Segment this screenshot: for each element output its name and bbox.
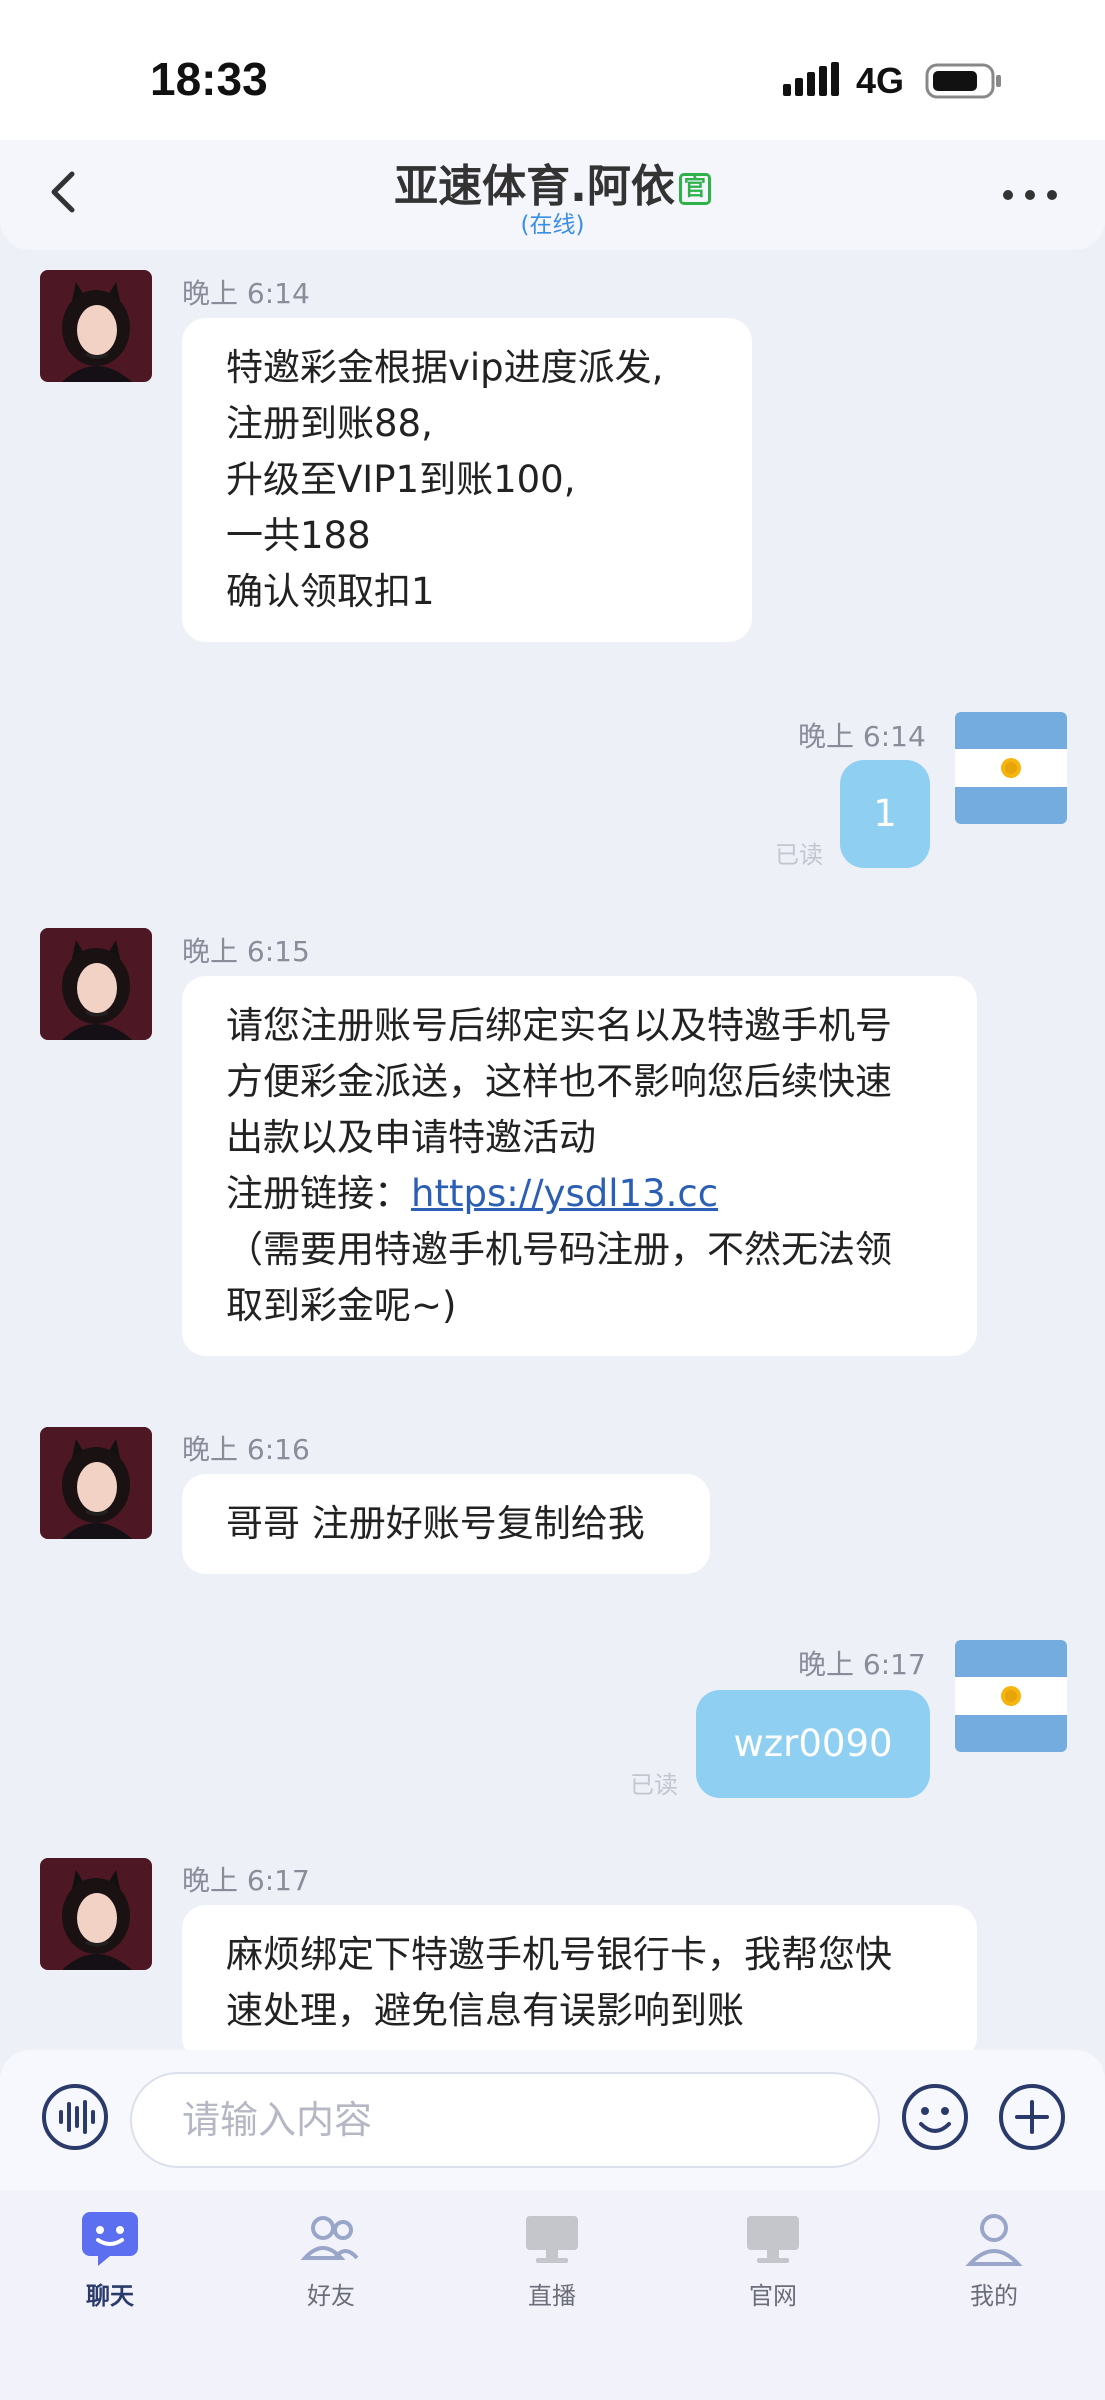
tab-label: 直播 xyxy=(528,2282,576,2310)
status-time: 18:33 xyxy=(150,53,268,105)
message-line: 出款以及申请特邀活动 xyxy=(226,1116,596,1159)
more-options-icon[interactable] xyxy=(1000,180,1060,210)
message-line: 麻烦绑定下特邀手机号银行卡，我帮您快 xyxy=(226,1933,892,1976)
message-line: 升级至VIP1到账100, xyxy=(226,458,576,501)
read-receipt: 已读 xyxy=(630,1771,678,1799)
message-line: 速处理，避免信息有误影响到账 xyxy=(226,1989,744,2032)
message-bubble-incoming[interactable]: 请您注册账号后绑定实名以及特邀手机号 方便彩金派送，这样也不影响您后续快速 出款… xyxy=(182,976,977,1356)
message-bubble-incoming[interactable]: 特邀彩金根据vip进度派发, 注册到账88, 升级至VIP1到账100, 一共1… xyxy=(182,318,752,642)
monitor-icon xyxy=(747,2216,799,2263)
message-time: 晚上 6:17 xyxy=(182,1864,310,1897)
message-bubble-incoming[interactable]: 哥哥 注册好账号复制给我 xyxy=(182,1474,710,1574)
signal-icon xyxy=(783,62,839,96)
tab-label: 好友 xyxy=(307,2282,355,2310)
message-bubble-outgoing[interactable]: 1 xyxy=(840,760,930,868)
friends-icon xyxy=(300,2216,359,2260)
tab-label: 我的 xyxy=(970,2282,1018,2310)
tab-profile[interactable]: 我的 xyxy=(929,2208,1059,2338)
message-time: 晚上 6:14 xyxy=(798,720,926,753)
my-avatar[interactable] xyxy=(955,1640,1067,1752)
plus-icon[interactable] xyxy=(997,2082,1067,2152)
contact-avatar[interactable] xyxy=(40,270,152,382)
tab-label: 聊天 xyxy=(86,2282,134,2310)
message-line: 请您注册账号后绑定实名以及特邀手机号 xyxy=(226,1004,892,1047)
message-line: 方便彩金派送，这样也不影响您后续快速 xyxy=(226,1060,892,1103)
message-text: 哥哥 注册好账号复制给我 xyxy=(226,1502,645,1545)
emoji-icon[interactable] xyxy=(900,2082,970,2152)
tab-friends[interactable]: 好友 xyxy=(266,2208,396,2338)
message-time: 晚上 6:17 xyxy=(798,1648,926,1681)
register-link[interactable]: https://ysdl13.cc xyxy=(411,1172,718,1215)
tab-live[interactable]: 直播 xyxy=(487,2208,617,2338)
chat-header: 亚速体育.阿依官 (在线) xyxy=(0,140,1105,250)
message-line: 注册到账88, xyxy=(226,402,433,445)
message-time: 晚上 6:15 xyxy=(182,935,310,968)
voice-icon[interactable] xyxy=(40,2082,110,2152)
chat-icon xyxy=(82,2212,138,2266)
contact-avatar[interactable] xyxy=(40,1858,152,1970)
status-bar: 18:33 4G xyxy=(0,0,1105,150)
message-line: 一共188 xyxy=(226,514,371,557)
message-input[interactable] xyxy=(130,2072,880,2168)
message-line: 注册链接：https://ysdl13.cc xyxy=(226,1166,933,1222)
read-receipt: 已读 xyxy=(775,841,823,869)
input-bar xyxy=(0,2050,1105,2190)
message-bubble-incoming[interactable]: 麻烦绑定下特邀手机号银行卡，我帮您快 速处理，避免信息有误影响到账 xyxy=(182,1905,977,2050)
online-status: (在线) xyxy=(520,212,585,238)
contact-avatar[interactable] xyxy=(40,1427,152,1539)
tab-website[interactable]: 官网 xyxy=(708,2208,838,2338)
profile-icon xyxy=(965,2214,1023,2266)
message-text: wzr0090 xyxy=(733,1722,893,1765)
tab-bar: 聊天 好友 直播 官网 我的 xyxy=(0,2190,1105,2400)
contact-avatar[interactable] xyxy=(40,928,152,1040)
link-prefix: 注册链接： xyxy=(226,1172,411,1215)
message-line: （需要用特邀手机号码注册，不然无法领 xyxy=(226,1228,892,1271)
message-text: 1 xyxy=(873,792,897,835)
my-avatar[interactable] xyxy=(955,712,1067,824)
message-time: 晚上 6:14 xyxy=(182,277,310,310)
message-bubble-outgoing[interactable]: wzr0090 xyxy=(696,1690,930,1798)
message-line: 特邀彩金根据vip进度派发, xyxy=(226,346,664,389)
tab-label: 官网 xyxy=(749,2282,797,2310)
battery-icon xyxy=(925,63,1001,99)
message-time: 晚上 6:16 xyxy=(182,1433,310,1466)
monitor-icon xyxy=(526,2216,578,2263)
message-list[interactable]: 晚上 6:14 特邀彩金根据vip进度派发, 注册到账88, 升级至VIP1到账… xyxy=(0,250,1105,2050)
tab-chat[interactable]: 聊天 xyxy=(45,2208,175,2338)
message-line: 确认领取扣1 xyxy=(226,570,435,613)
message-line: 取到彩金呢~) xyxy=(226,1284,457,1327)
network-type: 4G xyxy=(856,60,905,101)
official-badge: 官 xyxy=(678,173,711,205)
